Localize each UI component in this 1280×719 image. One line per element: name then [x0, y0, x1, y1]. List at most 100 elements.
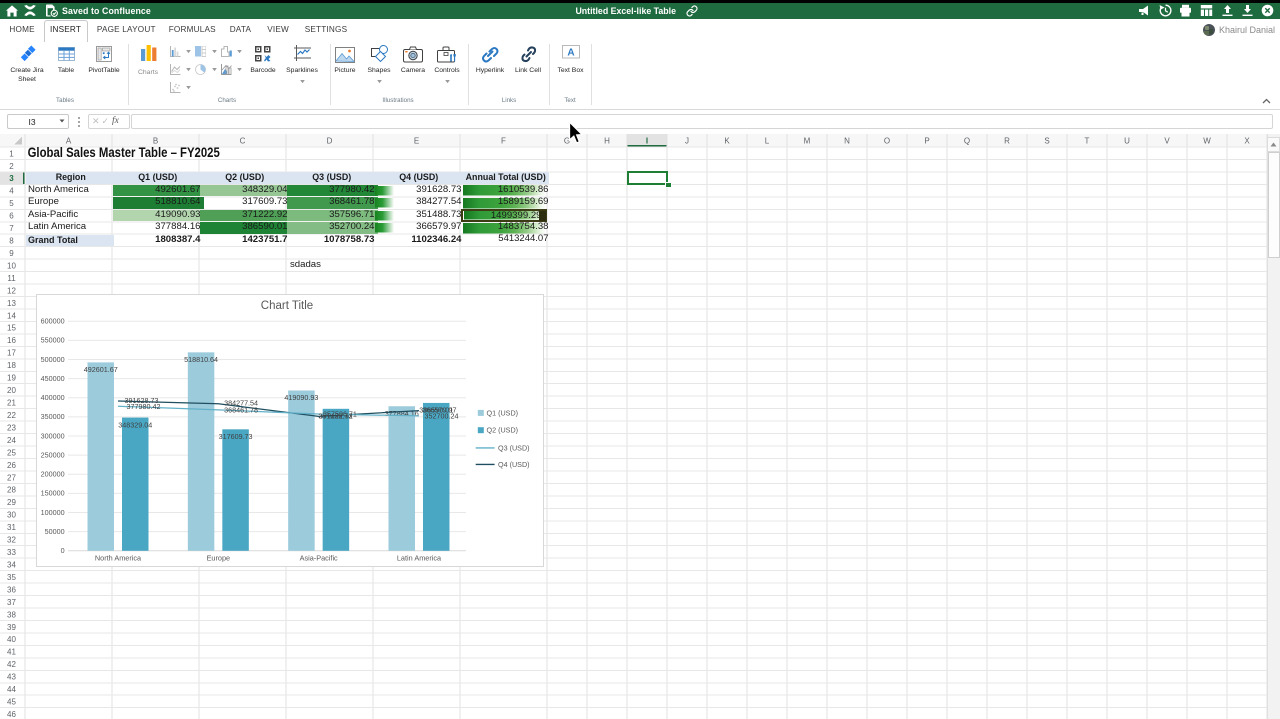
- svg-text:39: 39: [7, 623, 16, 632]
- svg-text:30: 30: [7, 511, 16, 520]
- svg-text:Chart Title: Chart Title: [261, 300, 313, 312]
- svg-text:9: 9: [9, 249, 14, 258]
- svg-text:32: 32: [7, 536, 16, 545]
- svg-text:0: 0: [61, 546, 65, 555]
- svg-text:1: 1: [9, 149, 14, 158]
- svg-text:10: 10: [7, 261, 16, 270]
- svg-text:O: O: [884, 137, 890, 146]
- svg-text:348329.04: 348329.04: [118, 420, 152, 429]
- svg-text:21: 21: [7, 399, 16, 408]
- svg-text:Q1 (USD): Q1 (USD): [487, 408, 519, 417]
- svg-text:31: 31: [7, 523, 16, 532]
- svg-text:A: A: [567, 48, 574, 59]
- svg-text:419090.93: 419090.93: [284, 393, 318, 402]
- svg-text:U: U: [1124, 137, 1130, 146]
- svg-text:X: X: [1244, 137, 1250, 146]
- svg-text:5: 5: [9, 199, 14, 208]
- svg-text:35: 35: [7, 573, 16, 582]
- svg-text:200000: 200000: [41, 469, 65, 478]
- svg-text:E: E: [414, 137, 419, 146]
- svg-text:300000: 300000: [41, 431, 65, 440]
- svg-text:377980.42: 377980.42: [127, 401, 161, 410]
- svg-text:450000: 450000: [41, 373, 65, 382]
- svg-text:317609.73: 317609.73: [219, 432, 253, 441]
- svg-text:C: C: [240, 137, 246, 146]
- svg-text:46: 46: [7, 710, 16, 719]
- svg-text:43: 43: [7, 673, 16, 682]
- svg-text:518810.64: 518810.64: [184, 355, 218, 364]
- svg-text:42: 42: [7, 660, 16, 669]
- svg-text:350000: 350000: [41, 412, 65, 421]
- svg-text:2: 2: [9, 162, 14, 171]
- svg-text:500000: 500000: [41, 354, 65, 363]
- svg-text:100000: 100000: [41, 507, 65, 516]
- svg-text:18: 18: [7, 361, 16, 370]
- svg-text:Asia-Pacific: Asia-Pacific: [300, 553, 338, 562]
- svg-text:492601.67: 492601.67: [84, 365, 118, 374]
- svg-text:13: 13: [7, 299, 16, 308]
- svg-text:8: 8: [9, 237, 14, 246]
- svg-text:N: N: [844, 137, 850, 146]
- svg-text:22: 22: [7, 411, 16, 420]
- svg-text:17: 17: [7, 349, 16, 358]
- svg-text:352700.24: 352700.24: [424, 411, 458, 420]
- svg-text:Q4 (USD): Q4 (USD): [498, 459, 530, 468]
- svg-text:B: B: [153, 137, 158, 146]
- svg-text:40: 40: [7, 635, 16, 644]
- svg-text:250000: 250000: [41, 450, 65, 459]
- svg-text:357596.71: 357596.71: [323, 409, 357, 418]
- svg-text:19: 19: [7, 374, 16, 383]
- svg-text:R: R: [1004, 137, 1010, 146]
- svg-text:38: 38: [7, 610, 16, 619]
- svg-text:150000: 150000: [41, 488, 65, 497]
- svg-text:Q: Q: [964, 137, 970, 146]
- svg-text:24: 24: [7, 436, 16, 445]
- svg-text:Q2 (USD): Q2 (USD): [487, 425, 519, 434]
- svg-text:27: 27: [7, 473, 16, 482]
- svg-text:15: 15: [7, 324, 16, 333]
- svg-text:T: T: [1085, 137, 1090, 146]
- svg-text:Latin America: Latin America: [397, 553, 442, 562]
- svg-text:North America: North America: [95, 553, 142, 562]
- svg-text:41: 41: [7, 648, 16, 657]
- svg-text:26: 26: [7, 461, 16, 470]
- svg-text:33: 33: [7, 548, 16, 557]
- svg-text:12: 12: [7, 286, 16, 295]
- svg-text:D: D: [327, 137, 333, 146]
- svg-text:H: H: [604, 137, 610, 146]
- svg-text:L: L: [765, 137, 770, 146]
- svg-text:37: 37: [7, 598, 16, 607]
- svg-text:M: M: [804, 137, 811, 146]
- svg-text:Q3 (USD): Q3 (USD): [498, 443, 530, 452]
- svg-text:S: S: [1044, 137, 1049, 146]
- svg-text:34: 34: [7, 560, 16, 569]
- svg-text:400000: 400000: [41, 393, 65, 402]
- svg-text:6: 6: [9, 212, 14, 221]
- svg-text:550000: 550000: [41, 335, 65, 344]
- svg-text:J: J: [685, 137, 689, 146]
- svg-text:50000: 50000: [45, 526, 65, 535]
- svg-text:K: K: [724, 137, 730, 146]
- svg-text:44: 44: [7, 685, 16, 694]
- svg-text:36: 36: [7, 585, 16, 594]
- svg-text:A: A: [66, 137, 72, 146]
- svg-text:P: P: [924, 137, 929, 146]
- svg-text:45: 45: [7, 698, 16, 707]
- svg-text:3: 3: [9, 174, 14, 183]
- svg-text:F: F: [501, 137, 506, 146]
- svg-text:I: I: [646, 137, 648, 146]
- svg-text:Europe: Europe: [207, 553, 231, 562]
- svg-text:28: 28: [7, 486, 16, 495]
- svg-text:16: 16: [7, 336, 16, 345]
- svg-text:V: V: [1164, 137, 1170, 146]
- svg-text:W: W: [1203, 137, 1211, 146]
- svg-text:14: 14: [7, 311, 16, 320]
- svg-text:368461.78: 368461.78: [224, 405, 258, 414]
- svg-text:29: 29: [7, 498, 16, 507]
- svg-text:4: 4: [9, 187, 14, 196]
- svg-text:23: 23: [7, 423, 16, 432]
- svg-text:600000: 600000: [41, 316, 65, 325]
- svg-text:11: 11: [7, 274, 16, 283]
- svg-text:7: 7: [9, 224, 14, 233]
- svg-text:25: 25: [7, 448, 16, 457]
